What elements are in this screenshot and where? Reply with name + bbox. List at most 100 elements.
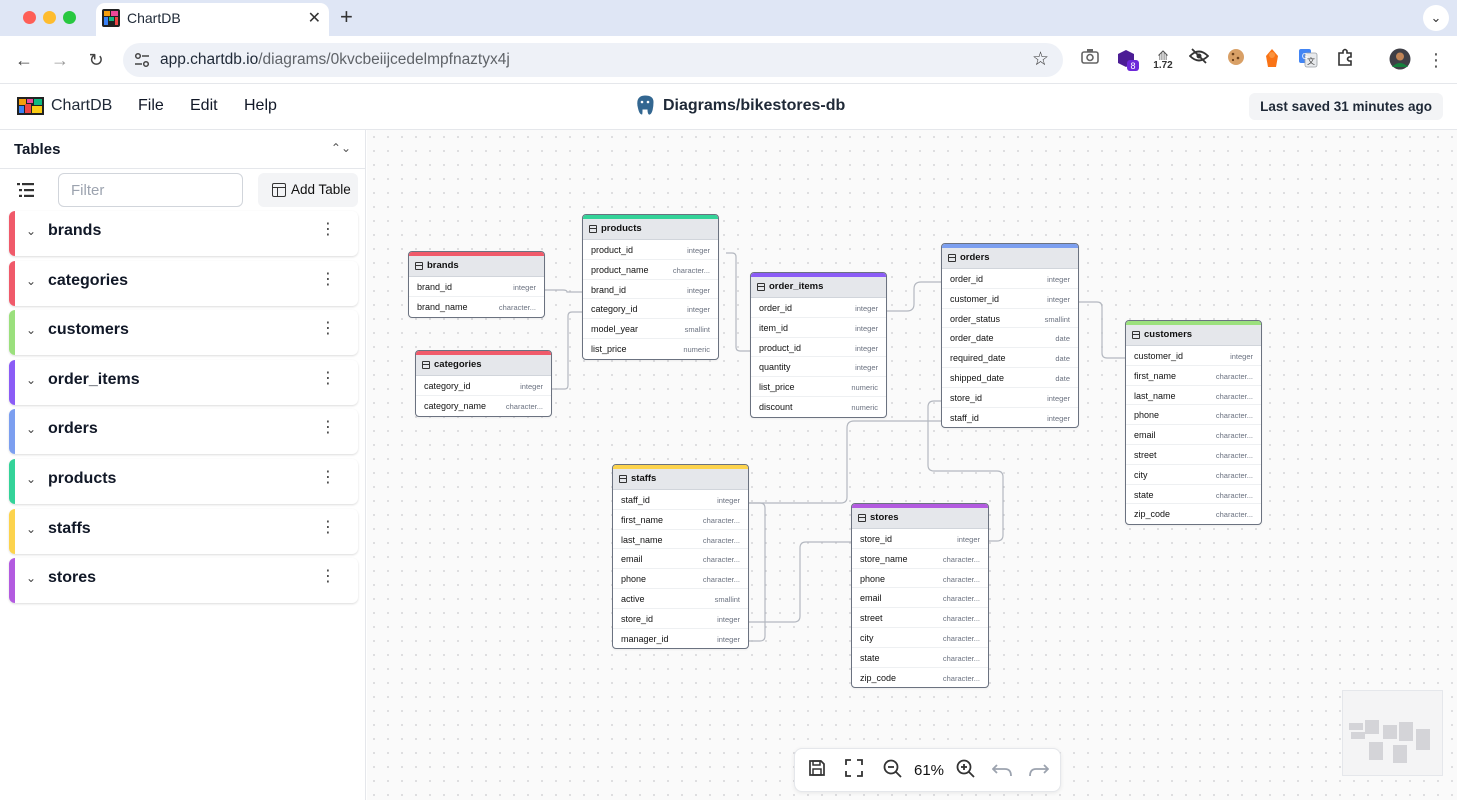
table-column-row[interactable]: city character... — [1126, 465, 1261, 485]
tab-close-icon[interactable]: ✕ — [308, 8, 321, 28]
table-node-customers[interactable]: customers customer_id integer first_name cha… — [1125, 320, 1262, 526]
expand-chevron-icon[interactable]: ⌄ — [26, 323, 36, 337]
table-column-row[interactable]: discount numeric — [751, 397, 886, 417]
table-header[interactable]: stores — [852, 508, 988, 529]
cookie-icon[interactable] — [1224, 48, 1248, 72]
table-node-products[interactable]: products product_id integer product_name cha… — [582, 214, 719, 360]
more-options-icon[interactable]: ⋮ — [320, 271, 336, 288]
table-column-row[interactable]: product_name character... — [583, 260, 718, 280]
table-header[interactable]: brands — [409, 256, 544, 277]
table-column-row[interactable]: phone character... — [613, 569, 748, 589]
more-options-icon[interactable]: ⋮ — [320, 519, 336, 536]
table-column-row[interactable]: store_id integer — [852, 529, 988, 549]
table-column-row[interactable]: phone character... — [852, 569, 988, 589]
sidebar-item-stores[interactable]: ⌄ stores ⋮ — [9, 558, 358, 604]
expand-chevron-icon[interactable]: ⌄ — [26, 522, 36, 536]
minimap[interactable] — [1342, 690, 1443, 776]
sidebar-item-staffs[interactable]: ⌄ staffs ⋮ — [9, 508, 358, 554]
filter-input[interactable] — [58, 173, 243, 207]
table-column-row[interactable]: first_name character... — [1126, 366, 1261, 386]
close-window-button[interactable] — [23, 11, 36, 24]
profile-avatar[interactable] — [1388, 48, 1412, 72]
expand-chevron-icon[interactable]: ⌄ — [26, 472, 36, 486]
table-column-row[interactable]: brand_id integer — [583, 280, 718, 300]
extensions-puzzle-icon[interactable] — [1333, 48, 1357, 72]
extension-counter-icon[interactable]: ⟰ 1.72 — [1150, 48, 1176, 72]
table-header[interactable]: order_items — [751, 277, 886, 298]
sidebar-item-products[interactable]: ⌄ products ⋮ — [9, 458, 358, 504]
undo-icon[interactable] — [990, 759, 1014, 783]
table-column-row[interactable]: manager_id integer — [613, 629, 748, 649]
reload-button[interactable]: ↻ — [84, 48, 108, 72]
zoom-in-icon[interactable] — [953, 759, 977, 783]
table-column-row[interactable]: first_name character... — [613, 510, 748, 530]
table-column-row[interactable]: store_name character... — [852, 549, 988, 569]
expand-chevron-icon[interactable]: ⌄ — [26, 422, 36, 436]
translate-icon[interactable]: 文G — [1296, 48, 1320, 72]
table-column-row[interactable]: brand_name character... — [409, 297, 544, 317]
expand-chevron-icon[interactable]: ⌄ — [26, 571, 36, 585]
table-column-row[interactable]: city character... — [852, 628, 988, 648]
table-node-orders[interactable]: orders order_id integer customer_id integer o… — [941, 243, 1079, 429]
table-node-brands[interactable]: brands brand_id integer brand_name character… — [408, 251, 545, 318]
table-column-row[interactable]: zip_code character... — [852, 668, 988, 688]
table-column-row[interactable]: order_id integer — [942, 269, 1078, 289]
sidebar-select-chevron-icon[interactable]: ⌃⌄ — [331, 141, 351, 155]
tab-search-button[interactable]: ⌄ — [1423, 5, 1449, 31]
table-column-row[interactable]: list_price numeric — [751, 377, 886, 397]
table-column-row[interactable]: order_date date — [942, 328, 1078, 349]
table-column-row[interactable]: customer_id integer — [1126, 346, 1261, 366]
more-options-icon[interactable]: ⋮ — [320, 370, 336, 387]
table-column-row[interactable]: product_id integer — [583, 240, 718, 260]
bookmark-star-icon[interactable]: ☆ — [1032, 48, 1049, 71]
table-column-row[interactable]: store_id integer — [942, 388, 1078, 408]
table-column-row[interactable]: order_id integer — [751, 298, 886, 318]
expand-chevron-icon[interactable]: ⌄ — [26, 373, 36, 387]
table-column-row[interactable]: model_year smallint — [583, 319, 718, 339]
table-column-row[interactable]: staff_id integer — [942, 408, 1078, 428]
table-column-row[interactable]: product_id integer — [751, 338, 886, 358]
site-settings-icon[interactable] — [133, 51, 151, 69]
forward-button[interactable]: → — [48, 48, 72, 72]
fit-view-icon[interactable] — [842, 759, 866, 783]
address-bar[interactable]: app.chartdb.io/diagrams/0kvcbeiijcedelmp… — [123, 43, 1063, 77]
table-column-row[interactable]: list_price numeric — [583, 339, 718, 359]
table-header[interactable]: staffs — [613, 469, 748, 490]
table-column-row[interactable]: order_status smallint — [942, 309, 1078, 329]
more-options-icon[interactable]: ⋮ — [320, 469, 336, 486]
table-column-row[interactable]: state character... — [852, 648, 988, 668]
table-column-row[interactable]: category_name character... — [416, 396, 551, 416]
table-column-row[interactable]: street character... — [852, 608, 988, 628]
table-column-row[interactable]: store_id integer — [613, 609, 748, 629]
table-column-row[interactable]: brand_id integer — [409, 277, 544, 297]
maximize-window-button[interactable] — [63, 11, 76, 24]
sidebar-item-brands[interactable]: ⌄ brands ⋮ — [9, 211, 358, 256]
table-column-row[interactable]: phone character... — [1126, 405, 1261, 426]
redo-icon[interactable] — [1027, 759, 1051, 783]
table-column-row[interactable]: required_date date — [942, 348, 1078, 368]
table-column-row[interactable]: customer_id integer — [942, 289, 1078, 309]
browser-tab[interactable]: ChartDB ✕ — [96, 3, 329, 36]
eye-slash-icon[interactable] — [1187, 48, 1211, 72]
sidebar-item-order_items[interactable]: ⌄ order_items ⋮ — [9, 359, 358, 405]
more-options-icon[interactable]: ⋮ — [320, 222, 336, 238]
sidebar-item-categories[interactable]: ⌄ categories ⋮ — [9, 260, 358, 306]
diagram-title[interactable]: Diagrams/bikestores-db — [663, 97, 845, 115]
expand-chevron-icon[interactable]: ⌄ — [26, 274, 36, 288]
table-column-row[interactable]: email character... — [852, 588, 988, 609]
camera-icon[interactable] — [1078, 48, 1102, 72]
more-options-icon[interactable]: ⋮ — [320, 569, 336, 585]
table-node-categories[interactable]: categories category_id integer category_nam… — [415, 350, 552, 417]
more-options-icon[interactable]: ⋮ — [320, 321, 336, 337]
minimize-window-button[interactable] — [43, 11, 56, 24]
menu-edit[interactable]: Edit — [190, 97, 218, 115]
table-column-row[interactable]: category_id integer — [416, 376, 551, 396]
sidebar-item-customers[interactable]: ⌄ customers ⋮ — [9, 310, 358, 356]
table-column-row[interactable]: email character... — [613, 549, 748, 570]
table-column-row[interactable]: quantity integer — [751, 357, 886, 378]
sidebar-item-orders[interactable]: ⌄ orders ⋮ — [9, 409, 358, 455]
back-button[interactable]: ← — [12, 48, 36, 72]
fox-extension-icon[interactable] — [1260, 48, 1284, 72]
table-column-row[interactable]: last_name character... — [613, 530, 748, 550]
table-header[interactable]: orders — [942, 248, 1078, 269]
